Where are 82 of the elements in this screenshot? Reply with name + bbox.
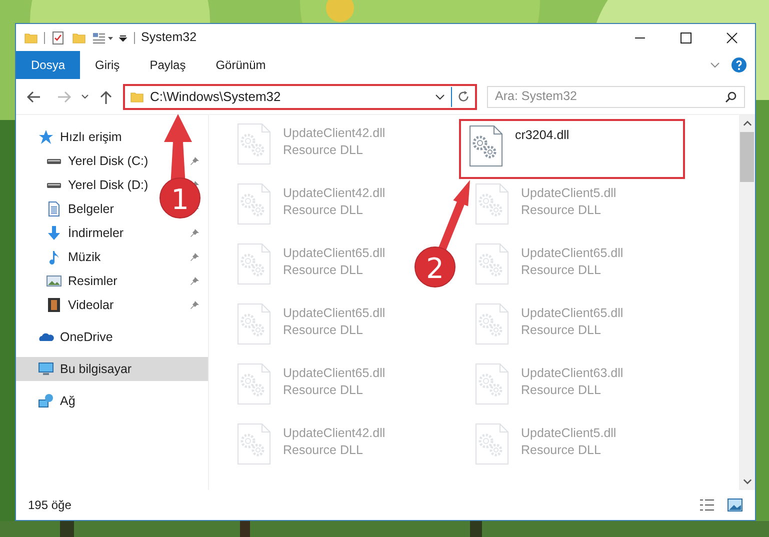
file-name: UpdateClient42.dll <box>283 185 386 202</box>
pin-icon[interactable] <box>190 156 200 166</box>
forward-icon[interactable] <box>56 88 72 104</box>
pin-icon[interactable] <box>190 300 200 310</box>
dropdown-icon[interactable] <box>118 32 128 42</box>
nav-item[interactable]: Belgeler <box>46 200 114 218</box>
file-type: Resource DLL <box>521 262 602 279</box>
file-type: Resource DLL <box>521 382 602 399</box>
nav-item[interactable]: Hızlı erişim <box>38 128 122 146</box>
folder-icon <box>24 30 38 44</box>
chevron-up-icon[interactable] <box>742 119 752 128</box>
chevron-down-icon[interactable] <box>742 477 752 486</box>
nav-item[interactable]: Videolar <box>46 296 114 314</box>
file-name: UpdateClient65.dll <box>283 245 386 262</box>
nav-item[interactable]: OneDrive <box>38 328 113 346</box>
file-name: UpdateClient5.dll <box>521 185 616 202</box>
dll-file-icon[interactable] <box>469 125 503 167</box>
document-icon <box>46 201 62 217</box>
nav-item[interactable]: Müzik <box>46 248 101 266</box>
pin-icon[interactable] <box>190 228 200 238</box>
details-view-icon[interactable] <box>699 498 715 512</box>
folder-icon <box>130 90 144 104</box>
nav-item[interactable]: Ağ <box>38 392 76 410</box>
ribbon-tab[interactable]: Dosya <box>16 51 80 79</box>
nav-item[interactable]: İndirmeler <box>46 224 124 242</box>
file-type: Resource DLL <box>521 442 602 459</box>
file-name: UpdateClient63.dll <box>521 365 624 382</box>
step-number: 1 <box>171 183 189 216</box>
film-icon <box>46 297 62 313</box>
new-folder-icon <box>72 30 86 44</box>
file-type: Resource DLL <box>283 202 364 219</box>
network-icon <box>38 393 54 409</box>
file-name: UpdateClient42.dll <box>283 425 386 442</box>
close-icon <box>726 32 738 44</box>
scrollbar[interactable] <box>739 115 755 490</box>
pin-icon[interactable] <box>190 252 200 262</box>
file-type: Resource DLL <box>283 142 364 159</box>
step-number: 2 <box>426 252 444 285</box>
file-name: UpdateClient65.dll <box>521 245 624 262</box>
ribbon-tab[interactable]: Giriş <box>80 51 135 79</box>
checklist-icon[interactable] <box>51 30 65 44</box>
large-icons-view-icon[interactable] <box>727 498 743 512</box>
refresh-icon[interactable] <box>457 90 470 103</box>
star-icon <box>38 129 54 145</box>
search-icon[interactable] <box>725 90 737 102</box>
file-name: UpdateClient65.dll <box>283 365 386 382</box>
scroll-thumb[interactable] <box>740 132 754 182</box>
address-bar[interactable]: C:\Windows\System32 <box>123 84 477 110</box>
minimize-icon <box>634 36 646 38</box>
nav-item[interactable]: Yerel Disk (D:) <box>46 176 148 194</box>
maximize-icon <box>680 32 692 44</box>
item-count: 195 öğe <box>28 497 72 514</box>
chevron-down-icon[interactable] <box>80 92 90 102</box>
properties-icon[interactable] <box>92 30 114 44</box>
drive-icon <box>46 182 62 188</box>
file-name: UpdateClient65.dll <box>283 305 386 322</box>
file-name: UpdateClient42.dll <box>283 125 386 142</box>
ribbon-tab[interactable]: Paylaş <box>134 51 201 79</box>
file-type: Resource DLL <box>283 382 364 399</box>
file-type: Resource DLL <box>283 262 364 279</box>
file-type: Resource DLL <box>283 442 364 459</box>
address-path: C:\Windows\System32 <box>150 88 282 106</box>
drive-icon <box>46 158 62 164</box>
up-arrow-icon[interactable] <box>98 88 114 104</box>
file-type: Resource DLL <box>521 322 602 339</box>
ribbon-tab[interactable]: Görünüm <box>200 51 281 79</box>
file-type: Resource DLL <box>283 322 364 339</box>
nav-item[interactable]: Yerel Disk (C:) <box>46 152 148 170</box>
pin-icon[interactable] <box>190 276 200 286</box>
back-icon[interactable] <box>26 88 42 104</box>
image-icon <box>46 273 62 289</box>
file-name: UpdateClient5.dll <box>521 425 616 442</box>
help-icon[interactable] <box>731 57 747 73</box>
computer-icon <box>38 361 54 377</box>
file-name: UpdateClient65.dll <box>521 305 624 322</box>
window-title: System32 <box>141 29 197 46</box>
file-name: cr3204.dll <box>515 127 570 144</box>
search-input[interactable]: Ara: System32 <box>495 87 725 106</box>
nav-item[interactable]: Resimler <box>46 272 118 290</box>
file-type: Resource DLL <box>521 202 602 219</box>
down-arrow-icon <box>46 225 62 241</box>
search-field[interactable]: Ara: System32 <box>487 86 745 108</box>
